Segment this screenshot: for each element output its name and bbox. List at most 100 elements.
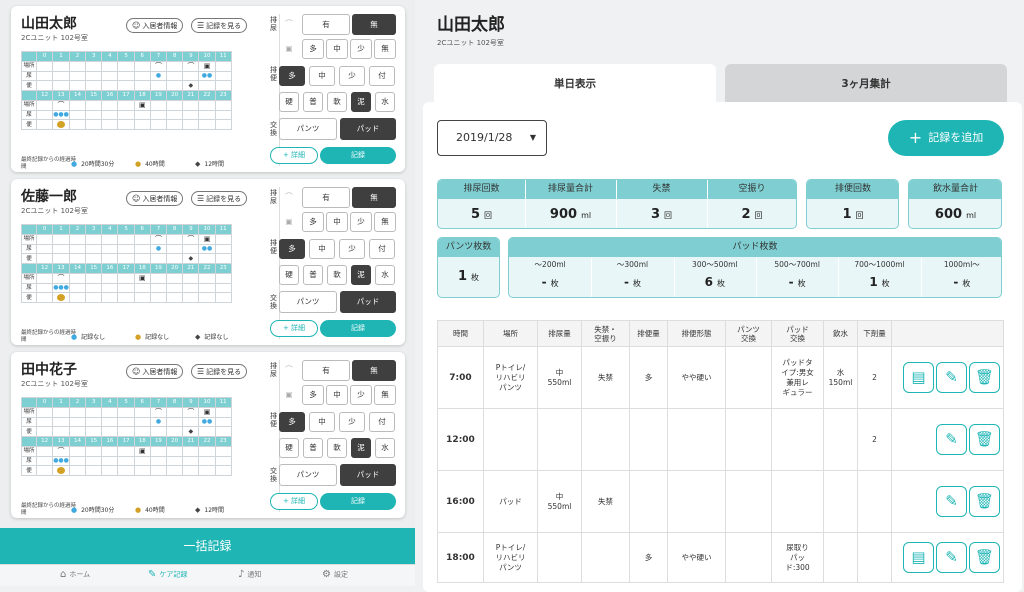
trash-icon[interactable]: 🗑: [969, 424, 1000, 455]
view-records-button[interactable]: ☰ 記録を見る: [191, 191, 248, 206]
urine-no-option[interactable]: 無: [352, 360, 396, 381]
stool-medium-option[interactable]: 中: [309, 239, 335, 259]
grid-cell[interactable]: ●: [149, 416, 168, 428]
grid-cell[interactable]: ⌒: [149, 60, 168, 72]
grid-cell[interactable]: [149, 109, 168, 121]
grid-cell[interactable]: ▣: [198, 406, 216, 418]
grid-cell[interactable]: [68, 70, 87, 82]
grid-cell[interactable]: [166, 70, 184, 82]
grid-cell[interactable]: [133, 109, 151, 121]
grid-cell[interactable]: [182, 465, 200, 477]
grid-cell[interactable]: [52, 426, 70, 438]
grid-cell[interactable]: [133, 119, 151, 131]
grid-cell[interactable]: [35, 272, 54, 284]
record-button[interactable]: 記録: [320, 493, 396, 510]
grid-cell[interactable]: ◆: [182, 426, 200, 438]
view-records-button[interactable]: ☰ 記録を見る: [191, 18, 248, 33]
grid-cell[interactable]: [68, 426, 87, 438]
grid-cell[interactable]: [68, 282, 87, 294]
grid-cell[interactable]: [101, 253, 119, 265]
grid-cell[interactable]: [35, 455, 54, 467]
grid-cell[interactable]: [166, 426, 184, 438]
grid-cell[interactable]: [149, 455, 168, 467]
grid-cell[interactable]: [182, 455, 200, 467]
grid-cell[interactable]: [166, 109, 184, 121]
grid-cell[interactable]: [198, 426, 216, 438]
grid-cell[interactable]: [149, 253, 168, 265]
trash-icon[interactable]: 🗑: [969, 542, 1000, 573]
grid-cell[interactable]: ⌒: [52, 445, 70, 457]
grid-cell[interactable]: [68, 455, 87, 467]
grid-cell[interactable]: [166, 80, 184, 92]
tab-three-month[interactable]: 3ヶ月集計: [725, 64, 1007, 102]
grid-cell[interactable]: [198, 445, 216, 457]
grid-cell[interactable]: ⌒: [149, 233, 168, 245]
grid-cell[interactable]: [214, 282, 232, 294]
grid-cell[interactable]: [52, 60, 70, 72]
grid-cell[interactable]: [166, 272, 184, 284]
grid-cell[interactable]: [166, 416, 184, 428]
grid-cell[interactable]: [52, 70, 70, 82]
grid-cell[interactable]: [182, 445, 200, 457]
stool-water-option[interactable]: 水: [375, 438, 395, 458]
grid-cell[interactable]: [85, 426, 103, 438]
grid-cell[interactable]: [214, 80, 232, 92]
exchange-pants-option[interactable]: パンツ: [279, 291, 337, 313]
grid-cell[interactable]: [133, 80, 151, 92]
grid-cell[interactable]: [101, 99, 119, 111]
grid-cell[interactable]: [68, 233, 87, 245]
grid-cell[interactable]: [35, 406, 54, 418]
stool-few-option[interactable]: 少: [339, 412, 365, 432]
stool-stain-option[interactable]: 付: [369, 412, 395, 432]
trash-icon[interactable]: 🗑: [969, 486, 1000, 517]
grid-cell[interactable]: [101, 272, 119, 284]
grid-cell[interactable]: [101, 80, 119, 92]
grid-cell[interactable]: [182, 243, 200, 255]
grid-cell[interactable]: [85, 282, 103, 294]
urine-few-option[interactable]: 少: [350, 385, 372, 405]
resident-info-button[interactable]: ☺ 入居者情報: [126, 364, 184, 379]
grid-cell[interactable]: [85, 99, 103, 111]
grid-cell[interactable]: [68, 416, 87, 428]
grid-cell[interactable]: [182, 272, 200, 284]
urine-yes-option[interactable]: 有: [302, 14, 350, 35]
grid-cell[interactable]: ⌒: [182, 406, 200, 418]
grid-cell[interactable]: [35, 465, 54, 477]
grid-cell[interactable]: [149, 426, 168, 438]
grid-cell[interactable]: [52, 292, 70, 304]
record-button[interactable]: 記録: [320, 320, 396, 337]
grid-cell[interactable]: [133, 282, 151, 294]
grid-cell[interactable]: [101, 426, 119, 438]
grid-cell[interactable]: [85, 70, 103, 82]
grid-cell[interactable]: [101, 243, 119, 255]
urine-few-option[interactable]: 少: [350, 212, 372, 232]
grid-cell[interactable]: [214, 465, 232, 477]
grid-cell[interactable]: [117, 406, 135, 418]
grid-cell[interactable]: ⌒: [52, 99, 70, 111]
grid-cell[interactable]: [35, 445, 54, 457]
grid-cell[interactable]: [35, 80, 54, 92]
grid-cell[interactable]: ▣: [198, 60, 216, 72]
grid-cell[interactable]: [117, 282, 135, 294]
grid-cell[interactable]: [35, 99, 54, 111]
grid-cell[interactable]: [214, 60, 232, 72]
urine-many-option[interactable]: 多: [302, 385, 324, 405]
grid-cell[interactable]: [117, 272, 135, 284]
grid-cell[interactable]: [101, 445, 119, 457]
grid-cell[interactable]: [101, 60, 119, 72]
grid-cell[interactable]: [182, 282, 200, 294]
urine-medium-option[interactable]: 中: [326, 39, 348, 59]
grid-cell[interactable]: [68, 292, 87, 304]
urine-yes-option[interactable]: 有: [302, 187, 350, 208]
grid-cell[interactable]: [85, 406, 103, 418]
grid-cell[interactable]: [214, 272, 232, 284]
grid-cell[interactable]: [182, 109, 200, 121]
urine-no-option[interactable]: 無: [352, 187, 396, 208]
grid-cell[interactable]: ●●●: [52, 455, 70, 467]
stool-medium-option[interactable]: 中: [309, 412, 335, 432]
stool-normal-option[interactable]: 普: [303, 438, 323, 458]
grid-cell[interactable]: [52, 253, 70, 265]
grid-cell[interactable]: [133, 70, 151, 82]
grid-cell[interactable]: [166, 292, 184, 304]
grid-cell[interactable]: [101, 416, 119, 428]
